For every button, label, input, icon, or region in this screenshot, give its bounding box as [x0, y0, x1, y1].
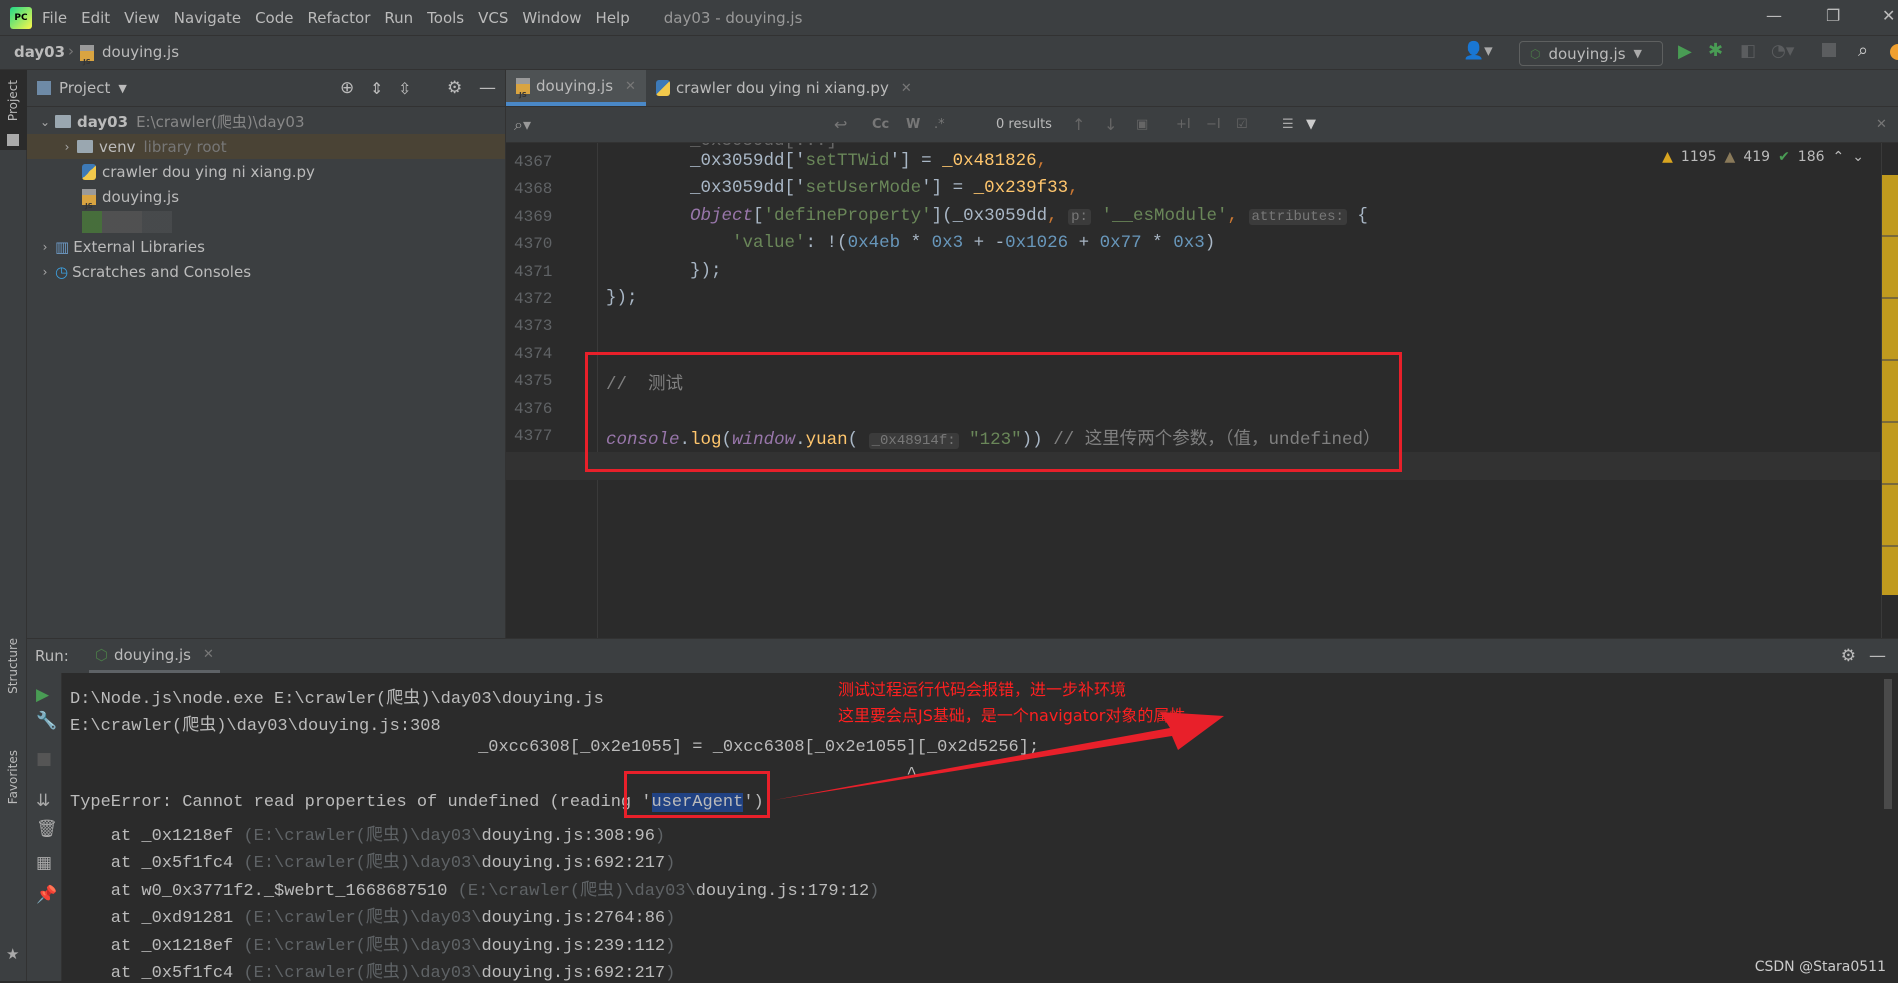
annotation-arrow — [774, 712, 1224, 800]
watermark: CSDN @Stara0511 — [1754, 959, 1886, 975]
